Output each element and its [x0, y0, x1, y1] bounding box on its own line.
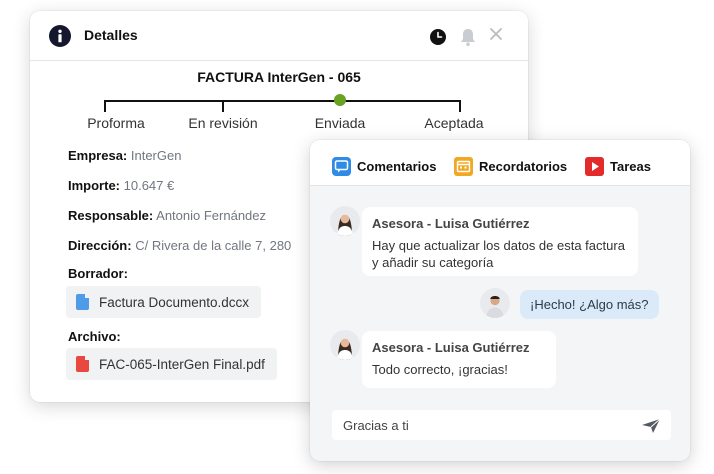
timeline-tick [104, 100, 106, 112]
details-title: Detalles [84, 27, 138, 43]
clock-icon[interactable] [429, 28, 447, 51]
message-bubble: Asesora - Luisa Gutiérrez Hay que actual… [362, 207, 638, 276]
pdf-file-icon [76, 356, 89, 372]
chat-panel: Comentarios Recordatorios Tareas Asesora… [310, 140, 690, 461]
timeline-tick [222, 100, 224, 112]
chat-input-box [332, 410, 671, 440]
send-icon[interactable] [641, 418, 661, 439]
field-direccion: Dirección: C/ Rivera de la calle 7, 280 [68, 238, 291, 253]
tab-label: Recordatorios [479, 159, 568, 174]
info-icon [49, 25, 71, 47]
comments-icon [332, 157, 351, 176]
close-icon[interactable] [488, 26, 504, 47]
field-label: Importe: [68, 178, 120, 193]
message-author: Asesora - Luisa Gutiérrez [372, 340, 530, 355]
message-text: Hay que actualizar los datos de esta fac… [372, 238, 625, 270]
timeline-tick [459, 100, 461, 112]
field-value: 10.647 € [123, 178, 175, 193]
step-aceptada[interactable]: Aceptada [424, 115, 483, 131]
timeline-line [104, 100, 461, 102]
field-empresa: Empresa: InterGen [68, 148, 181, 163]
field-label: Responsable: [68, 208, 154, 223]
field-importe: Importe: 10.647 € [68, 178, 174, 193]
field-value: InterGen [130, 148, 182, 163]
avatar-asesora [330, 206, 360, 236]
tab-tareas[interactable]: Tareas [585, 157, 651, 176]
avatar-asesora [330, 330, 360, 360]
field-value: Antonio Fernández [156, 208, 267, 223]
timeline-current-dot [334, 94, 346, 106]
step-en-revision[interactable]: En revisión [188, 115, 257, 131]
step-enviada[interactable]: Enviada [315, 115, 366, 131]
archive-file-name: FAC-065-InterGen Final.pdf [99, 356, 265, 372]
message-author: Asesora - Luisa Gutiérrez [372, 216, 530, 231]
tab-label: Comentarios [357, 159, 437, 174]
tasks-icon [585, 157, 604, 176]
chat-message-input[interactable] [332, 410, 632, 440]
archive-label: Archivo: [68, 329, 121, 344]
field-label: Dirección: [68, 238, 132, 253]
tab-recordatorios[interactable]: Recordatorios [454, 157, 567, 176]
calendar-icon [454, 157, 473, 176]
invoice-title: FACTURA InterGen - 065 [197, 69, 361, 85]
bell-icon[interactable] [459, 27, 477, 52]
field-label: Empresa: [68, 148, 128, 163]
step-proforma[interactable]: Proforma [87, 115, 145, 131]
message-bubble: Asesora - Luisa Gutiérrez Todo correcto,… [362, 331, 556, 388]
avatar-user [480, 288, 510, 318]
docx-file-icon [76, 294, 89, 310]
tab-comentarios[interactable]: Comentarios [332, 157, 436, 176]
field-responsable: Responsable: Antonio Fernández [68, 208, 266, 223]
draft-label: Borrador: [68, 266, 128, 281]
tab-label: Tareas [610, 159, 651, 174]
message-text: Todo correcto, ¡gracias! [372, 362, 508, 377]
draft-file-chip[interactable]: Factura Documento.dccx [66, 286, 262, 318]
chat-tabs: Comentarios Recordatorios Tareas [310, 140, 690, 186]
draft-file-name: Factura Documento.dccx [99, 294, 250, 310]
details-header: Detalles [30, 11, 528, 61]
status-timeline: Proforma En revisión Enviada Aceptada [87, 94, 484, 140]
field-value: C/ Rivera de la calle 7, 280 [135, 238, 292, 253]
archive-file-chip[interactable]: FAC-065-InterGen Final.pdf [66, 348, 277, 380]
own-message-bubble: ¡Hecho! ¿Algo más? [520, 290, 659, 319]
